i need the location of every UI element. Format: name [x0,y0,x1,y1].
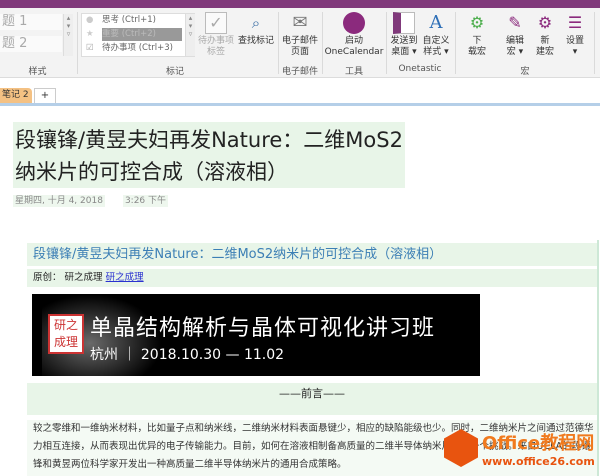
download-macro-icon: ⚙ [469,13,485,32]
label: 建宏 [535,47,554,57]
tag-label: 待办事项 (Ctrl+3) [102,43,173,53]
style-heading-2[interactable]: 题 2 [0,36,62,52]
settings-icon: ☰ [567,13,583,32]
label: 待办事项 [197,36,234,46]
seal-logo: 研之 成理 [48,314,84,354]
page-date: 星期四, 十月 4, 2018 [13,195,105,207]
section-tabs: 笔记 2 + [0,86,600,104]
styles-scroll[interactable]: ▴ ▾ ▿ [63,14,73,56]
edit-macro-icon: ✎ [508,13,522,32]
style-heading-1[interactable]: 题 1 [0,14,62,30]
email-group-label: 电子邮件 [281,67,318,77]
article-heading: 段镶锋/黄昱夫妇再发Nature：二维MoS2纳米片的可控合成（溶液相） [27,243,597,266]
tag-think[interactable]: ● 思考 (Ctrl+1) [82,14,184,27]
original-author: 研之成理 [64,272,103,283]
label: 发送到 [390,36,418,46]
page-time: 3:26 下午 [122,195,169,207]
download-macro-button[interactable]: ⚙ 下载宏 [462,12,492,58]
new-macro-icon: ⚙ [537,13,553,32]
section-tab[interactable]: 笔记 2 [0,88,32,103]
ribbon: 题 1 题 2 ▴ ▾ ▿ 样式 ● 思考 (Ctrl+1) ★ 重要 (Ctrl+2)… [0,8,600,78]
label: 桌面 ▾ [391,47,417,57]
tools-group-label: 工具 [344,67,363,77]
banner-image: 研之 成理 单晶结构解析与晶体可视化讲习班 杭州 ｜ 2018.10.30 — 1… [32,294,480,376]
watermark-name: Office教程网 [482,433,595,454]
foreword-heading: ——前言—— [27,383,597,415]
calendar-icon [343,12,365,34]
label: 载宏 [467,47,486,57]
label: 样式 ▾ [423,47,449,57]
label: 标签 [206,47,225,57]
settings-button[interactable]: ☰ 设置 ▾ [560,12,590,58]
lightbulb-icon: ● [86,15,94,25]
custom-style-button[interactable]: A 自定义 样式 ▾ [420,12,452,58]
onetastic-group-label: Onetastic [398,64,442,74]
label: 宏 ▾ [506,47,524,57]
new-macro-button[interactable]: ⚙ 新建宏 [530,12,560,58]
envelope-icon: ✉ [292,12,308,33]
find-tags-button[interactable]: ⌕ 查找标记 [235,12,277,47]
tag-todo[interactable]: ☑ 待办事项 (Ctrl+3) [82,42,184,55]
original-label: 原创： [33,272,62,283]
tags-group-label: 标记 [165,67,184,77]
page-divider [0,103,600,106]
tags-scroll[interactable]: ▴ ▾ ▿ [185,14,195,56]
send-to-desktop-button[interactable]: 发送到 桌面 ▾ [388,12,420,58]
todo-tag-button[interactable]: ✓ 待办事项 标签 [197,12,235,58]
tag-important[interactable]: ★ 重要 (Ctrl+2) [82,28,184,41]
checkmark-icon: ✓ [205,12,227,34]
label: ▾ [572,47,578,57]
banner-subtitle: 杭州 ｜ 2018.10.30 — 11.02 [90,347,285,363]
label: 下 [472,36,482,46]
checkbox-icon: ☑ [86,43,94,53]
office-logo-icon [444,429,478,467]
label: 设置 [565,36,584,46]
onecalendar-button[interactable]: 启动 OneCalendar [324,12,384,58]
styles-group-label: 样式 [28,67,47,77]
tag-label: 思考 (Ctrl+1) [102,15,156,25]
banner-title: 单晶结构解析与晶体可视化讲习班 [90,316,436,341]
find-tags-icon: ⌕ [251,14,261,32]
font-style-icon: A [429,12,443,33]
tag-label: 重要 (Ctrl+2) [102,28,182,41]
label: 页面 [290,47,309,57]
onenote-page-icon [393,12,415,34]
edit-macro-button[interactable]: ✎ 编辑宏 ▾ [500,12,530,58]
label: 电子邮件 [281,36,318,46]
label: 启动 [344,36,363,46]
add-section-button[interactable]: + [34,88,56,103]
label: OneCalendar [324,47,384,57]
macro-group-label: 宏 [520,67,530,77]
original-link[interactable]: 研之成理 [106,272,144,283]
label: 自定义 [422,36,450,46]
page-meta: 星期四, 十月 4, 2018 3:26 下午 [13,193,169,207]
title-bar [0,0,600,8]
watermark: Office教程网 www.office26.com [440,425,600,476]
original-line: 原创： 研之成理 研之成理 [27,269,597,287]
email-page-button[interactable]: ✉ 电子邮件 页面 [280,12,320,58]
page-title[interactable]: 段镶锋/黄昱夫妇再发Nature：二维MoS2纳米片的可控合成（溶液相） [13,122,405,188]
watermark-url: www.office26.com [482,455,595,468]
label: 编辑 [505,36,524,46]
star-icon: ★ [86,29,94,39]
label: 新 [540,36,550,46]
label: 查找标记 [237,36,274,46]
